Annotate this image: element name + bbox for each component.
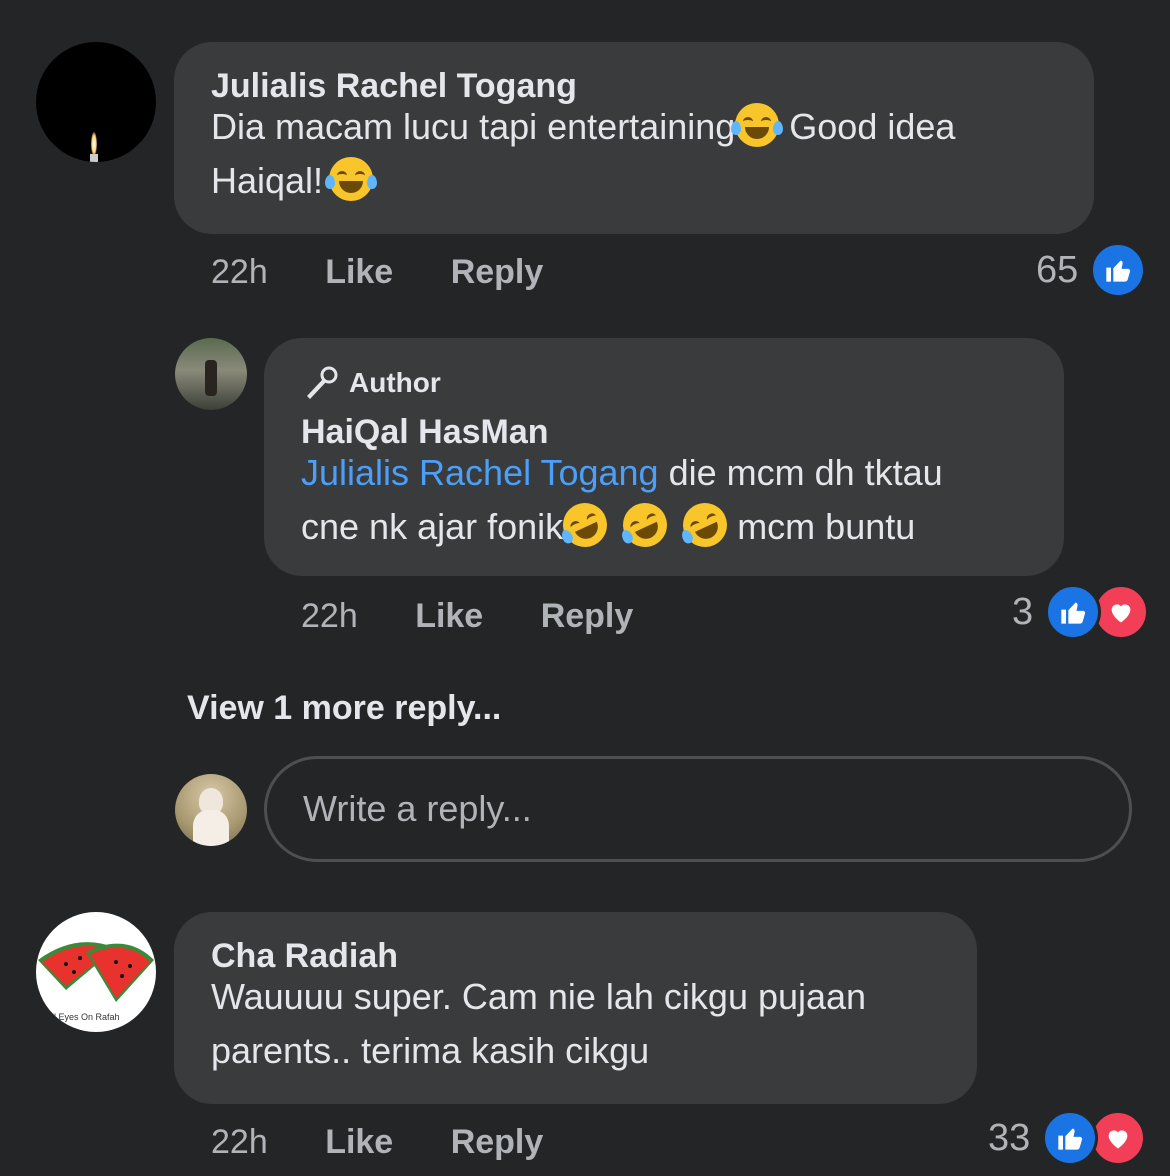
comment-actions: 22h Like Reply	[211, 252, 543, 292]
like-reaction-icon	[1090, 242, 1147, 298]
reply-button[interactable]: Reply	[451, 1123, 544, 1161]
reaction-summary[interactable]: 33	[988, 1110, 1147, 1166]
rofl-emoji-icon	[555, 495, 615, 555]
comment-time[interactable]: 22h	[301, 597, 358, 635]
comment-actions: 22h Like Reply	[211, 1122, 543, 1162]
reply-input-placeholder: Write a reply...	[303, 788, 532, 829]
comment-text: Dia macam lucu tapi entertaining Good id…	[211, 100, 1058, 208]
tears-of-joy-emoji-icon	[731, 103, 784, 147]
comment-actions: 22h Like Reply	[301, 596, 633, 636]
reaction-summary[interactable]: 65	[1036, 242, 1147, 298]
reaction-count: 33	[988, 1117, 1031, 1159]
like-button[interactable]: Like	[325, 1123, 393, 1161]
reaction-count: 3	[1012, 591, 1034, 633]
tears-of-joy-emoji-icon	[325, 157, 378, 201]
love-reaction-icon	[1090, 1110, 1147, 1166]
comment-bubble: Cha Radiah Wauuuu super. Cam nie lah cik…	[174, 912, 977, 1104]
rofl-emoji-icon	[675, 495, 735, 555]
reply-input[interactable]: Write a reply...	[264, 756, 1132, 862]
comment-time[interactable]: 22h	[211, 1123, 268, 1161]
like-button[interactable]: Like	[325, 253, 393, 291]
microphone-icon	[307, 366, 338, 399]
love-reaction-icon	[1093, 584, 1150, 640]
reply-bubble: Author HaiQal HasMan Julialis Rachel Tog…	[264, 338, 1064, 576]
comment-time[interactable]: 22h	[211, 253, 268, 291]
current-user-avatar[interactable]	[175, 774, 247, 846]
author-badge: Author	[301, 366, 1028, 400]
candle-flame	[91, 132, 97, 156]
like-reaction-icon	[1042, 1110, 1099, 1166]
rofl-emoji-icon	[615, 495, 675, 555]
comment-bubble: Julialis Rachel Togang Dia macam lucu ta…	[174, 42, 1094, 234]
avatar[interactable]: All Eyes On Rafah	[36, 912, 156, 1032]
like-button[interactable]: Like	[415, 597, 483, 635]
reply-button[interactable]: Reply	[541, 597, 634, 635]
mention-link[interactable]: Julialis Rachel Togang	[301, 452, 659, 493]
view-more-replies[interactable]: View 1 more reply...	[187, 688, 501, 728]
avatar-caption: All Eyes On Rafah	[46, 1012, 120, 1022]
like-reaction-icon	[1045, 584, 1102, 640]
reaction-summary[interactable]: 3	[1012, 584, 1150, 640]
comment-text: Julialis Rachel Togang die mcm dh tktau …	[301, 446, 1028, 555]
reply-button[interactable]: Reply	[451, 253, 544, 291]
comment-text: Wauuuu super. Cam nie lah cikgu pujaan p…	[211, 976, 867, 1071]
avatar[interactable]	[175, 338, 247, 410]
reaction-count: 65	[1036, 249, 1079, 291]
avatar[interactable]	[36, 42, 156, 162]
